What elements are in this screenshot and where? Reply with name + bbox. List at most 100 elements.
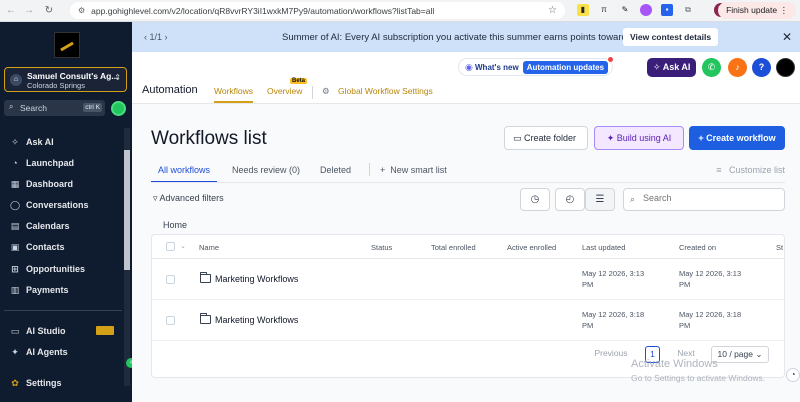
sidebar-item-opportunities[interactable]: ⊞ Opportunities xyxy=(10,264,85,274)
tab-overview[interactable]: Overview xyxy=(267,86,302,96)
forward-icon[interactable]: → xyxy=(22,5,36,16)
sidebar-item-launchpad[interactable]: ◔ Launchpad xyxy=(10,158,74,168)
account-switcher[interactable]: ⌂ Samuel Consult's Ag... Colorado Spring… xyxy=(4,67,127,92)
sidebar-scrollbar[interactable] xyxy=(124,128,130,386)
sidebar-search-placeholder: Search xyxy=(20,103,47,113)
folder-icon xyxy=(200,313,211,324)
reload-icon[interactable]: ↻ xyxy=(42,5,56,16)
sidebar-item-dashboard[interactable]: ▦ Dashboard xyxy=(10,179,73,189)
customize-list-button[interactable]: ≡ Customize list xyxy=(716,165,785,175)
search-shortcut-badge: ctrl K xyxy=(83,103,102,112)
new-smart-list-button[interactable]: + New smart list xyxy=(380,165,447,175)
sidebar-item-ai-agents[interactable]: ✦ AI Agents xyxy=(10,347,67,357)
create-folder-button[interactable]: ▭ Create folder xyxy=(504,126,588,150)
row-checkbox[interactable] xyxy=(166,275,175,284)
extension-color-icon[interactable] xyxy=(640,4,652,16)
column-header-created-on[interactable]: Created on xyxy=(679,243,716,252)
tab-deleted[interactable]: Deleted xyxy=(320,165,351,175)
agency-logo[interactable] xyxy=(54,32,80,58)
user-avatar[interactable] xyxy=(776,58,795,77)
address-bar[interactable]: ⚙ app.gohighlevel.com/v2/location/qR8vvr… xyxy=(70,2,565,19)
banner-pager[interactable]: ‹ 1/1 › xyxy=(144,32,168,42)
column-header-last-updated[interactable]: Last updated xyxy=(582,243,625,252)
automation-updates-badge: Automation updates xyxy=(522,60,609,74)
list-view-icon[interactable]: ☰ xyxy=(585,188,615,211)
build-using-ai-button[interactable]: ✦ Build using AI xyxy=(594,126,684,150)
row-checkbox[interactable] xyxy=(166,316,175,325)
last-updated-meridiem: PM xyxy=(582,280,594,289)
search-field[interactable] xyxy=(643,193,778,203)
back-icon[interactable]: ← xyxy=(4,5,18,16)
clock-icon[interactable]: ◴ xyxy=(555,188,585,211)
tabs-underline xyxy=(151,182,785,183)
promo-banner: ‹ 1/1 › Summer of AI: Every AI subscript… xyxy=(132,22,800,52)
bell-icon[interactable]: ♪ xyxy=(728,58,747,77)
workflow-name[interactable]: Marketing Workflows xyxy=(215,274,298,284)
tab-all-workflows[interactable]: All workflows xyxy=(151,165,218,183)
sidebar-scroll-thumb[interactable] xyxy=(124,150,130,270)
extension-save-icon[interactable]: ▪ xyxy=(661,4,673,16)
select-all-checkbox[interactable] xyxy=(166,242,175,251)
notification-dot xyxy=(608,57,614,62)
extension-pi-icon[interactable]: π xyxy=(598,4,610,16)
created-on-date: May 12 2026, 3:13 xyxy=(679,269,742,278)
page-size-select[interactable]: 10 / page ⌄ xyxy=(711,346,769,363)
last-updated-meridiem: PM xyxy=(582,321,594,330)
contacts-icon: ▣ xyxy=(10,242,20,252)
customize-list-label: Customize list xyxy=(728,165,785,175)
extension-pen-icon[interactable]: ✎ xyxy=(619,4,631,16)
tab-workflows[interactable]: Workflows xyxy=(214,86,254,103)
advanced-filters-button[interactable]: ▿ Advanced filters xyxy=(153,193,224,204)
quick-actions-bolt-icon[interactable] xyxy=(111,101,126,116)
workflow-name[interactable]: Marketing Workflows xyxy=(215,315,298,325)
sidebar-item-conversations[interactable]: ◯ Conversations xyxy=(10,200,89,210)
column-header-status[interactable]: Status xyxy=(371,243,392,252)
tab-needs-review[interactable]: Needs review (0) xyxy=(232,165,300,175)
site-info-icon[interactable]: ⚙ xyxy=(78,6,85,15)
finish-update-button[interactable]: Finish update ⋮ xyxy=(718,2,796,19)
workflow-search-input[interactable]: ⌕ xyxy=(623,188,785,211)
table-row[interactable]: Marketing Workflows May 12 2026, 3:13 PM … xyxy=(152,259,784,300)
help-icon[interactable]: ? xyxy=(752,58,771,77)
automation-subnav: Automation Workflows Overview Beta ⚙ Glo… xyxy=(132,78,800,104)
view-contest-button[interactable]: View contest details xyxy=(623,28,719,46)
sidebar-item-label: Dashboard xyxy=(26,179,74,189)
list-tabs: All workflows Needs review (0) Deleted +… xyxy=(151,160,785,183)
history-icon[interactable]: ◷ xyxy=(520,188,550,211)
previous-page-button[interactable]: Previous xyxy=(586,346,636,363)
create-workflow-label: Create workflow xyxy=(706,133,776,143)
whats-new-button[interactable]: ◉ What's new Automation updates xyxy=(458,57,614,76)
ask-ai-label: Ask AI xyxy=(662,62,691,72)
sidebar-item-label: Opportunities xyxy=(26,264,85,274)
tabs-divider xyxy=(369,163,370,176)
sidebar-item-payments[interactable]: ▥ Payments xyxy=(10,285,69,295)
chevron-down-icon[interactable]: ⌄ xyxy=(180,242,186,250)
phone-icon[interactable]: ✆ xyxy=(702,58,721,77)
column-header-st[interactable]: St xyxy=(776,243,783,252)
ai-studio-icon: ▭ xyxy=(10,326,20,336)
browser-toolbar: ← → ↻ ⚙ app.gohighlevel.com/v2/location/… xyxy=(0,0,800,22)
sidebar-search-input[interactable]: ⌕ Search ctrl K xyxy=(4,100,105,116)
column-header-name[interactable]: Name xyxy=(199,243,219,252)
ask-ai-button[interactable]: ✧ Ask AI xyxy=(647,58,697,77)
chat-widget-icon[interactable]: ◔ xyxy=(786,368,800,382)
column-header-active-enrolled[interactable]: Active enrolled xyxy=(507,243,556,252)
folder-icon xyxy=(200,272,211,283)
search-icon: ⌕ xyxy=(9,102,14,111)
sidebar-item-settings[interactable]: ✿ Settings xyxy=(10,378,61,388)
create-workflow-button[interactable]: + Create workflow xyxy=(689,126,785,150)
breadcrumb[interactable]: Home xyxy=(163,220,187,230)
bookmark-star-icon[interactable]: ☆ xyxy=(548,5,557,16)
sidebar-item-ask-ai[interactable]: ✧ Ask AI xyxy=(10,137,53,147)
column-header-total-enrolled[interactable]: Total enrolled xyxy=(431,243,476,252)
close-icon[interactable]: ✕ xyxy=(782,30,792,44)
new-smart-list-label: New smart list xyxy=(390,165,447,175)
tab-global-workflow-settings[interactable]: Global Workflow Settings xyxy=(338,86,433,96)
sparkle-icon: ✧ xyxy=(653,62,661,72)
extension-chart-icon[interactable]: ▮ xyxy=(577,4,589,16)
sidebar-item-ai-studio[interactable]: ▭ AI Studio xyxy=(10,326,66,336)
extensions-puzzle-icon[interactable]: ⧉ xyxy=(682,4,694,16)
sidebar-item-contacts[interactable]: ▣ Contacts xyxy=(10,242,65,252)
table-row[interactable]: Marketing Workflows May 12 2026, 3:18 PM … xyxy=(152,300,784,341)
sidebar-item-calendars[interactable]: ▤ Calendars xyxy=(10,221,70,231)
